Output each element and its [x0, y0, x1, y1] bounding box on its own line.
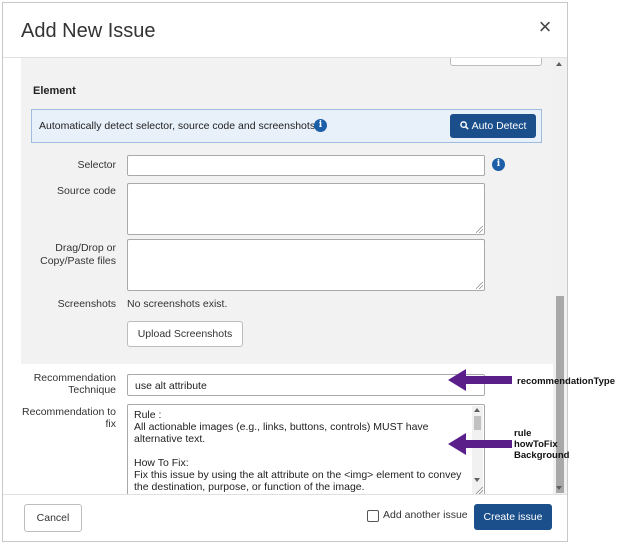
screenshots-label: Screenshots	[57, 298, 116, 310]
element-panel: Element Automatically detect selector, s…	[21, 58, 553, 364]
search-icon	[459, 121, 469, 130]
selector-label: Selector	[77, 159, 116, 171]
auto-detect-box: Automatically detect selector, source co…	[31, 109, 542, 143]
auto-detect-button[interactable]: Auto Detect	[450, 114, 536, 138]
annotation-rule: rule	[514, 428, 532, 439]
dialog-body: Element Automatically detect selector, s…	[3, 58, 553, 494]
upload-screenshots-button[interactable]: Upload Screenshots	[127, 321, 243, 347]
cancel-button[interactable]: Cancel	[24, 504, 82, 532]
add-issue-dialog: Add New Issue × Element Automatically de…	[2, 2, 568, 542]
dialog-header: Add New Issue ×	[3, 3, 567, 58]
scroll-up-icon[interactable]	[556, 62, 562, 66]
dragdrop-label-line1: Drag/Drop or	[55, 242, 116, 254]
auto-detect-description: Automatically detect selector, source co…	[39, 120, 316, 132]
selector-input[interactable]	[127, 155, 485, 176]
resize-handle-icon[interactable]	[476, 226, 483, 233]
technique-label-line1: Recommendation	[33, 372, 116, 384]
annotation-arrow-technique	[448, 369, 512, 391]
recommendation-fix-textarea[interactable]: Rule : All actionable images (e.g., link…	[127, 404, 485, 494]
dragdrop-area[interactable]	[127, 239, 485, 291]
fix-label-line2: fix	[105, 418, 117, 430]
source-code-textarea[interactable]	[127, 183, 485, 235]
annotation-arrow-fix	[448, 433, 512, 455]
resize-handle-icon[interactable]	[476, 282, 483, 289]
info-icon[interactable]: i	[314, 119, 327, 132]
scroll-thumb[interactable]	[474, 416, 481, 430]
annotation-recommendation-type: recommendationType	[517, 376, 616, 387]
fix-label-line1: Recommendation to	[22, 406, 116, 418]
dialog-footer: Cancel Add another issue Create issue	[3, 494, 567, 541]
dialog-scroll-thumb[interactable]	[556, 296, 564, 493]
dialog-title: Add New Issue	[21, 20, 156, 42]
element-heading: Element	[33, 85, 76, 97]
scroll-up-icon[interactable]	[474, 408, 480, 412]
dialog-scrollbar[interactable]	[553, 58, 567, 494]
annotation-background: Background	[514, 450, 570, 461]
source-code-label: Source code	[57, 185, 116, 197]
add-another-label[interactable]: Add another issue	[383, 509, 468, 521]
recommendation-fix-text: Rule : All actionable images (e.g., link…	[134, 409, 462, 493]
selector-info-icon[interactable]: i	[492, 158, 505, 171]
recommendation-technique-input[interactable]: use alt attribute	[127, 374, 485, 396]
resize-handle-icon[interactable]	[476, 487, 483, 494]
annotation-howtofix: howToFix	[514, 439, 558, 450]
close-icon[interactable]: ×	[533, 15, 557, 39]
add-another-checkbox[interactable]	[367, 510, 379, 522]
dragdrop-label-line2: Copy/Paste files	[40, 255, 116, 267]
create-issue-button[interactable]: Create issue	[474, 504, 552, 530]
screenshots-status: No screenshots exist.	[127, 298, 228, 310]
scroll-down-icon[interactable]	[556, 486, 562, 490]
clipped-button[interactable]	[450, 58, 542, 66]
scroll-down-icon[interactable]	[474, 478, 480, 482]
technique-label-line2: Technique	[68, 384, 116, 396]
auto-detect-label: Auto Detect	[471, 120, 527, 132]
